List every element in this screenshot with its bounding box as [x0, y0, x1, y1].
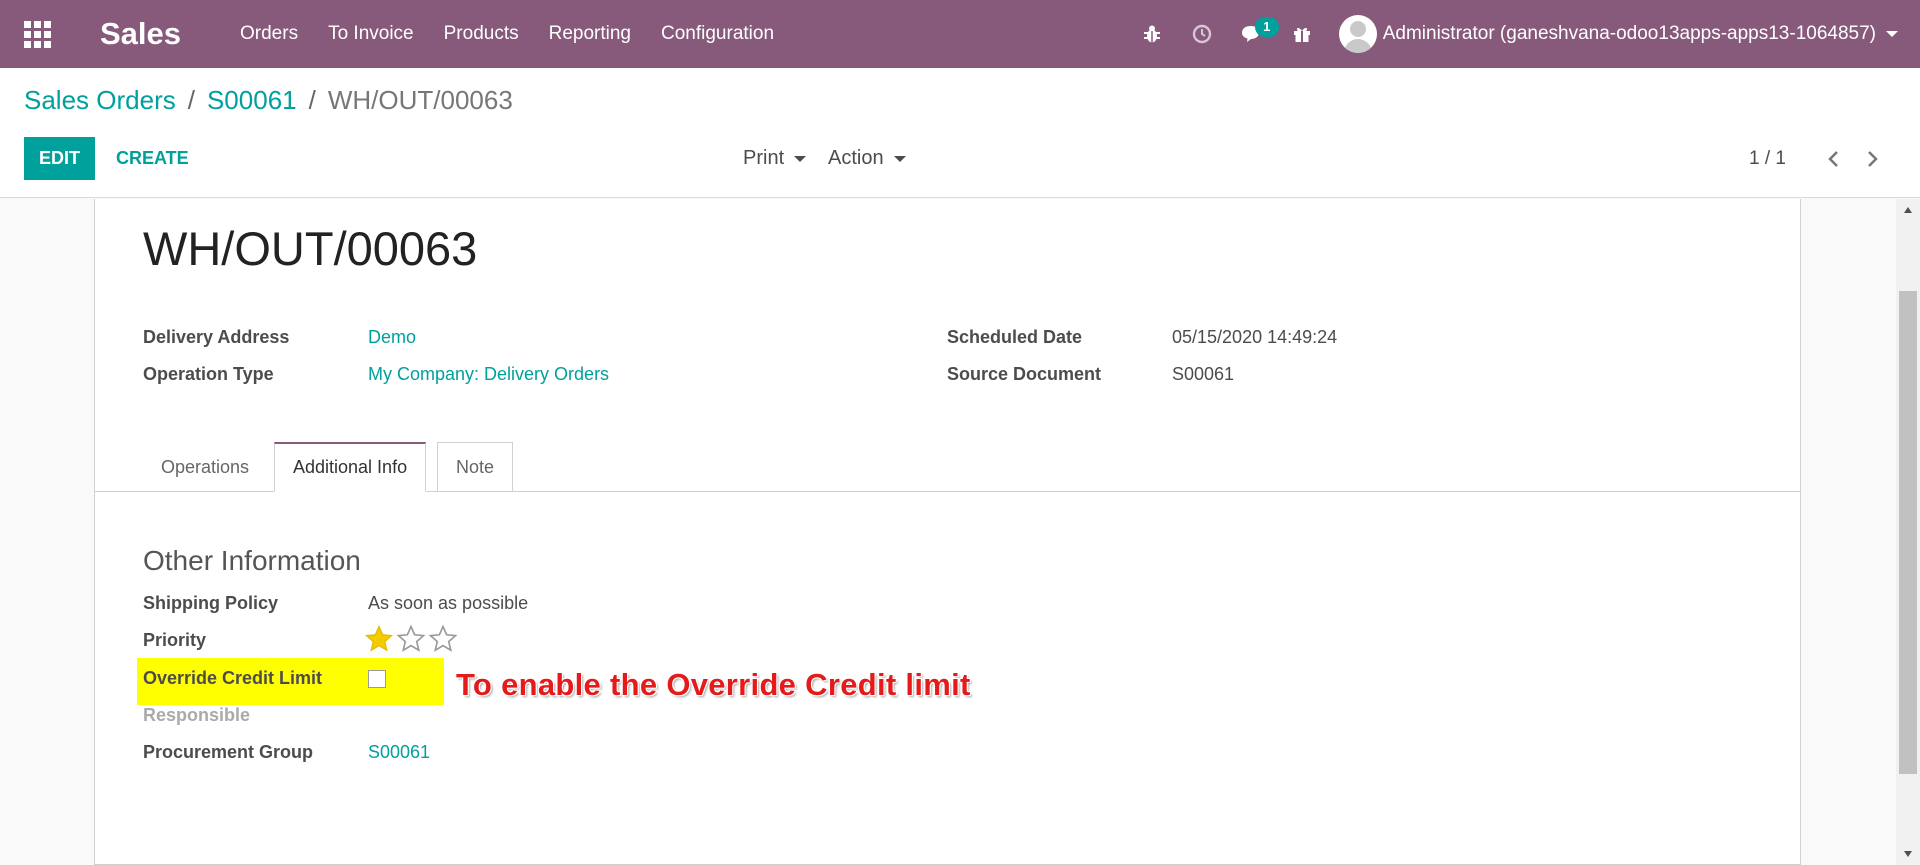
priority-label: Priority	[143, 630, 207, 650]
breadcrumb-sales-orders[interactable]: Sales Orders	[24, 85, 176, 116]
breadcrumb-current: WH/OUT/00063	[327, 85, 513, 115]
priority-widget	[363, 624, 459, 654]
control-panel: Sales Orders / S00061 / WH/OUT/00063 EDI…	[0, 68, 1920, 198]
print-dropdown[interactable]: Print	[743, 137, 807, 180]
messaging-button[interactable]: 1	[1227, 0, 1279, 68]
gift-button[interactable]	[1277, 0, 1327, 68]
record-title: WH/OUT/00063	[143, 222, 478, 275]
override-credit-limit-checkbox[interactable]	[368, 670, 386, 688]
action-label: Action	[828, 147, 884, 169]
priority-star-2-icon[interactable]	[395, 624, 427, 654]
pager-value[interactable]: 1 / 1	[1749, 148, 1786, 170]
clock-icon	[1192, 24, 1211, 44]
delivery-address-value[interactable]: Demo	[368, 327, 416, 348]
arrow-up-icon	[1904, 207, 1912, 213]
menu-item-to-invoice[interactable]: To Invoice	[313, 0, 429, 68]
activity-button[interactable]	[1177, 0, 1227, 68]
scroll-up-button[interactable]	[1896, 201, 1920, 219]
breadcrumb-sale-order[interactable]: S00061	[207, 85, 297, 116]
create-button[interactable]: CREATE	[104, 137, 201, 180]
navbar-systray: 1 Administrator (ganeshvana-odoo13apps-a…	[1127, 0, 1920, 68]
debug-button[interactable]	[1127, 0, 1177, 68]
priority-star-3-icon[interactable]	[427, 624, 459, 654]
bug-icon	[1143, 25, 1160, 43]
delivery-address-label: Delivery Address	[143, 327, 290, 347]
scroll-down-button[interactable]	[1896, 845, 1920, 863]
app-brand[interactable]: Sales	[100, 16, 240, 52]
override-credit-limit-label: Override Credit Limit	[143, 668, 323, 688]
vertical-scrollbar[interactable]	[1896, 199, 1920, 865]
tab-additional-info[interactable]: Additional Info	[274, 442, 427, 492]
chevron-right-icon	[1868, 151, 1878, 167]
arrow-down-icon	[1904, 851, 1912, 857]
responsible-label: Responsible	[143, 705, 251, 725]
scheduled-date-label: Scheduled Date	[947, 327, 1083, 347]
scroll-thumb[interactable]	[1899, 291, 1917, 774]
menu-item-products[interactable]: Products	[429, 0, 534, 68]
menu-item-reporting[interactable]: Reporting	[534, 0, 646, 68]
scheduled-date-value: 05/15/2020 14:49:24	[1172, 327, 1338, 347]
shipping-policy-value[interactable]: As soon as possible	[368, 593, 528, 614]
operation-type-value[interactable]: My Company: Delivery Orders	[368, 364, 609, 385]
menu-item-configuration[interactable]: Configuration	[646, 0, 789, 68]
annotation-callout: To enable the Override Credit limit	[456, 667, 971, 702]
menu-item-orders[interactable]: Orders	[240, 0, 313, 68]
breadcrumb: Sales Orders / S00061 / WH/OUT/00063	[24, 85, 513, 116]
source-document-label: Source Document	[947, 364, 1102, 384]
chat-badge: 1	[1254, 17, 1279, 37]
main-menu: Orders To Invoice Products Reporting Con…	[240, 0, 789, 68]
pager-previous-button[interactable]	[1818, 144, 1848, 174]
edit-button[interactable]: EDIT	[24, 137, 95, 180]
print-label: Print	[743, 147, 785, 169]
user-name: Administrator (ganeshvana-odoo13apps-app…	[1382, 23, 1876, 44]
procurement-group-label: Procurement Group	[143, 742, 314, 762]
top-navbar: Sales Orders To Invoice Products Reporti…	[0, 0, 1920, 68]
form-sheet: WH/OUT/00063 Delivery Address Demo Opera…	[94, 199, 1801, 865]
avatar-icon	[1338, 15, 1377, 53]
apps-grid-icon	[23, 20, 51, 48]
breadcrumb-separator: /	[308, 85, 316, 115]
gift-icon	[1293, 27, 1310, 42]
procurement-group-value[interactable]: S00061	[368, 742, 430, 763]
tab-operations[interactable]: Operations	[143, 442, 267, 492]
chevron-left-icon	[1828, 151, 1838, 167]
user-menu[interactable]: Administrator (ganeshvana-odoo13apps-app…	[1327, 15, 1920, 53]
caret-down-icon	[1886, 31, 1898, 37]
source-document-value: S00061	[1172, 364, 1235, 384]
priority-star-1-icon[interactable]	[363, 624, 395, 654]
shipping-policy-label: Shipping Policy	[143, 593, 279, 613]
notebook-tabs: Operations Additional Info Note	[95, 442, 1800, 492]
breadcrumb-separator: /	[187, 85, 195, 115]
action-dropdown[interactable]: Action	[828, 137, 906, 180]
pager-next-button[interactable]	[1858, 144, 1888, 174]
apps-menu-button[interactable]	[0, 0, 74, 68]
caret-down-icon	[893, 155, 906, 162]
tab-note[interactable]: Note	[437, 442, 514, 492]
operation-type-label: Operation Type	[143, 364, 274, 384]
caret-down-icon	[794, 155, 807, 162]
section-title: Other Information	[143, 545, 361, 576]
